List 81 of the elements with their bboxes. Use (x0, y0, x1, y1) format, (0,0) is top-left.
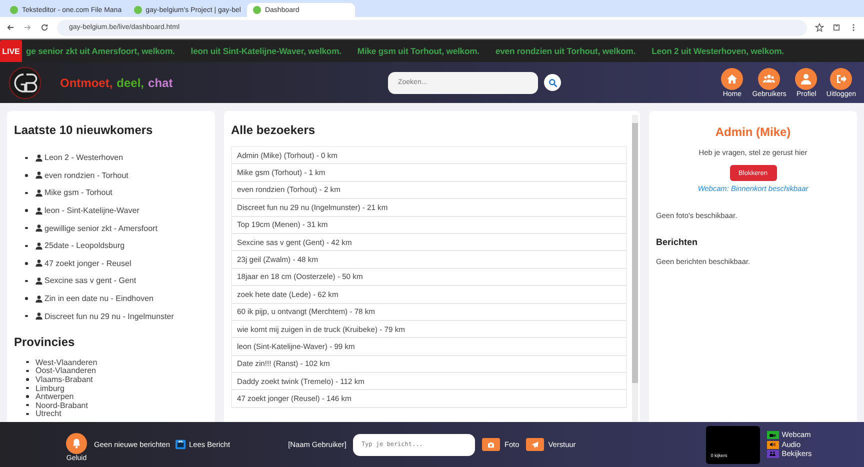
search-icon (548, 78, 558, 88)
ticker-message: ge senior zkt uit Amersfoort, welkom. (26, 46, 175, 56)
newcomer-link[interactable]: Zin in een date nu - Eindhoven (44, 294, 154, 304)
bullet (26, 360, 28, 364)
reload-icon[interactable] (40, 23, 49, 32)
mailbox-icon (175, 439, 186, 450)
newcomer-link[interactable]: Discreet fun nu 29 nu - Ingelmunster (44, 312, 174, 321)
newcomer-link[interactable]: leon - Sint-Katelijne-Waver (44, 206, 140, 216)
province-item[interactable]: West-Vlaanderen (36, 358, 98, 367)
bullet (26, 386, 28, 390)
newcomer-link[interactable]: Sexcine sas v gent - Gent (44, 276, 136, 286)
bullet (25, 280, 28, 282)
audio-icon (769, 441, 776, 448)
messages-heading: Berichten (656, 237, 699, 247)
scrollbar[interactable] (632, 115, 638, 422)
logout-icon (835, 72, 848, 84)
bullet (26, 395, 28, 398)
tab-favicon (134, 6, 142, 14)
province-item[interactable]: Limburg (36, 384, 64, 393)
bullet (25, 226, 28, 230)
newcomer-link[interactable]: 25date - Leopoldsburg (44, 241, 125, 250)
camera-icon (487, 440, 496, 448)
video-icon (769, 432, 776, 439)
newcomer-link[interactable]: 47 zoekt jonger - Reusel (44, 258, 132, 268)
person-icon (34, 312, 42, 320)
section-heading: Alle bezoekers (231, 123, 316, 137)
bullet (25, 209, 28, 212)
person-icon (34, 188, 42, 197)
star-icon[interactable] (815, 23, 824, 32)
bullet (25, 192, 28, 194)
scrollbar-thumb[interactable] (632, 123, 638, 383)
province-item[interactable]: Vlaams-Brabant (36, 374, 93, 384)
slogan-text: Ontmoet, (60, 76, 113, 90)
bullet (25, 314, 28, 318)
live-badge: LIVE (0, 40, 22, 62)
tab-favicon (252, 6, 261, 14)
bullet (25, 262, 28, 265)
ticker-message: even rondzien uit Torhout, welkom. (495, 46, 636, 56)
search-button[interactable] (544, 74, 561, 91)
section-heading: Laatste 10 nieuwkomers (14, 123, 154, 137)
home-icon (726, 72, 738, 84)
person-icon (34, 154, 42, 162)
newcomer-link[interactable]: Leon 2 - Westerhoven (44, 153, 124, 162)
back-icon[interactable] (6, 23, 15, 32)
logo-icon[interactable] (8, 66, 42, 100)
profile-name: Admin (Mike) (714, 125, 792, 139)
slogan-text: deel, (116, 76, 144, 90)
extensions-icon[interactable] (832, 23, 841, 32)
viewers-icon (769, 450, 776, 458)
province-item[interactable]: Utrecht (36, 409, 62, 418)
person-icon (34, 224, 42, 232)
person-icon (34, 294, 42, 303)
tab-favicon (10, 6, 18, 14)
ticker-message: Mike gsm uit Torhout, welkom. (357, 46, 480, 56)
send-icon (531, 440, 540, 448)
slogan-text: chat (148, 76, 173, 90)
bullet (26, 370, 28, 372)
newcomer-link[interactable]: gewillige senior zkt - Amersfoort (44, 224, 158, 233)
person-icon (34, 259, 42, 268)
bell-icon (71, 438, 82, 449)
bullet (26, 378, 28, 381)
newcomer-link[interactable]: even rondzien - Torhout (44, 170, 128, 180)
province-item[interactable]: Antwerpen (36, 392, 74, 402)
newcomer-link[interactable]: Mike gsm - Torhout (44, 188, 112, 198)
bullet (25, 174, 28, 177)
bullet (25, 244, 28, 248)
bullet (26, 412, 28, 416)
person-icon (34, 242, 42, 250)
province-item[interactable]: Oost-Vlaanderen (36, 366, 96, 376)
bullet (26, 404, 28, 406)
person-icon (34, 206, 42, 215)
users-icon (763, 72, 776, 84)
ticker-message: leon uit Sint-Katelijne-Waver, welkom. (190, 46, 342, 56)
user-icon (800, 72, 812, 84)
ticker-message: Leon 2 uit Westerhoven, welkom. (652, 46, 784, 56)
bullet (25, 297, 28, 300)
person-icon (34, 171, 42, 180)
bullet (25, 156, 28, 160)
province-item[interactable]: Noord-Brabant (36, 400, 88, 410)
person-icon (34, 276, 42, 285)
section-heading: Provincies (14, 334, 76, 349)
